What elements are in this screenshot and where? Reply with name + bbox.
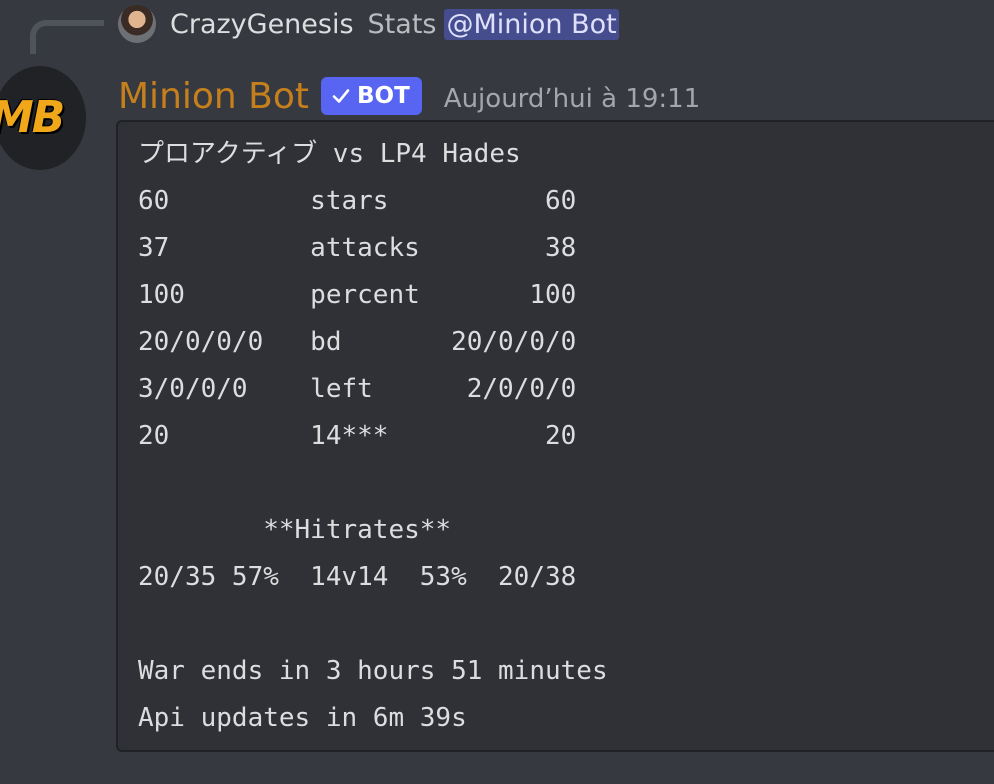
bot-username[interactable]: Minion Bot xyxy=(118,76,309,117)
reply-preview[interactable]: CrazyGenesis Stats @Minion Bot xyxy=(118,2,619,46)
code-line-api-updates: Api updates in 6m 39s xyxy=(138,703,467,733)
checkmark-icon xyxy=(332,89,350,103)
reply-mention[interactable]: @Minion Bot xyxy=(444,8,619,40)
code-block: プロアクティブ vs LP4 Hades 60 stars 60 37 atta… xyxy=(116,120,994,752)
bot-tag: BOT xyxy=(321,77,422,115)
code-line-percent: 100 percent 100 xyxy=(138,280,577,310)
code-line-left: 3/0/0/0 left 2/0/0/0 xyxy=(138,374,577,404)
reply-spine xyxy=(30,20,104,54)
code-line-bd: 20/0/0/0 bd 20/0/0/0 xyxy=(138,327,577,357)
reply-author-avatar[interactable] xyxy=(118,5,156,43)
message-header: Minion Bot BOT Aujourd’hui à 19:11 xyxy=(118,72,700,120)
code-line-war-ends: War ends in 3 hours 51 minutes xyxy=(138,656,608,686)
code-line-attacks: 37 attacks 38 xyxy=(138,233,577,263)
message-timestamp[interactable]: Aujourd’hui à 19:11 xyxy=(444,84,700,114)
bot-avatar-logo: MB xyxy=(0,92,65,143)
code-line-hitrates-heading: **Hitrates** xyxy=(138,515,452,545)
code-line-hitrates: 20/35 57% 14v14 53% 20/38 xyxy=(138,562,577,592)
bot-tag-label: BOT xyxy=(357,83,410,109)
code-line-title: プロアクティブ vs LP4 Hades xyxy=(138,139,521,169)
bot-avatar[interactable]: MB xyxy=(0,66,86,170)
code-line-size: 20 14*** 20 xyxy=(138,421,577,451)
reply-message-text[interactable]: Stats xyxy=(368,9,437,40)
reply-author-name[interactable]: CrazyGenesis xyxy=(170,9,354,40)
discord-message-view: CrazyGenesis Stats @Minion Bot MB Minion… xyxy=(0,0,994,784)
code-line-stars: 60 stars 60 xyxy=(138,186,577,216)
